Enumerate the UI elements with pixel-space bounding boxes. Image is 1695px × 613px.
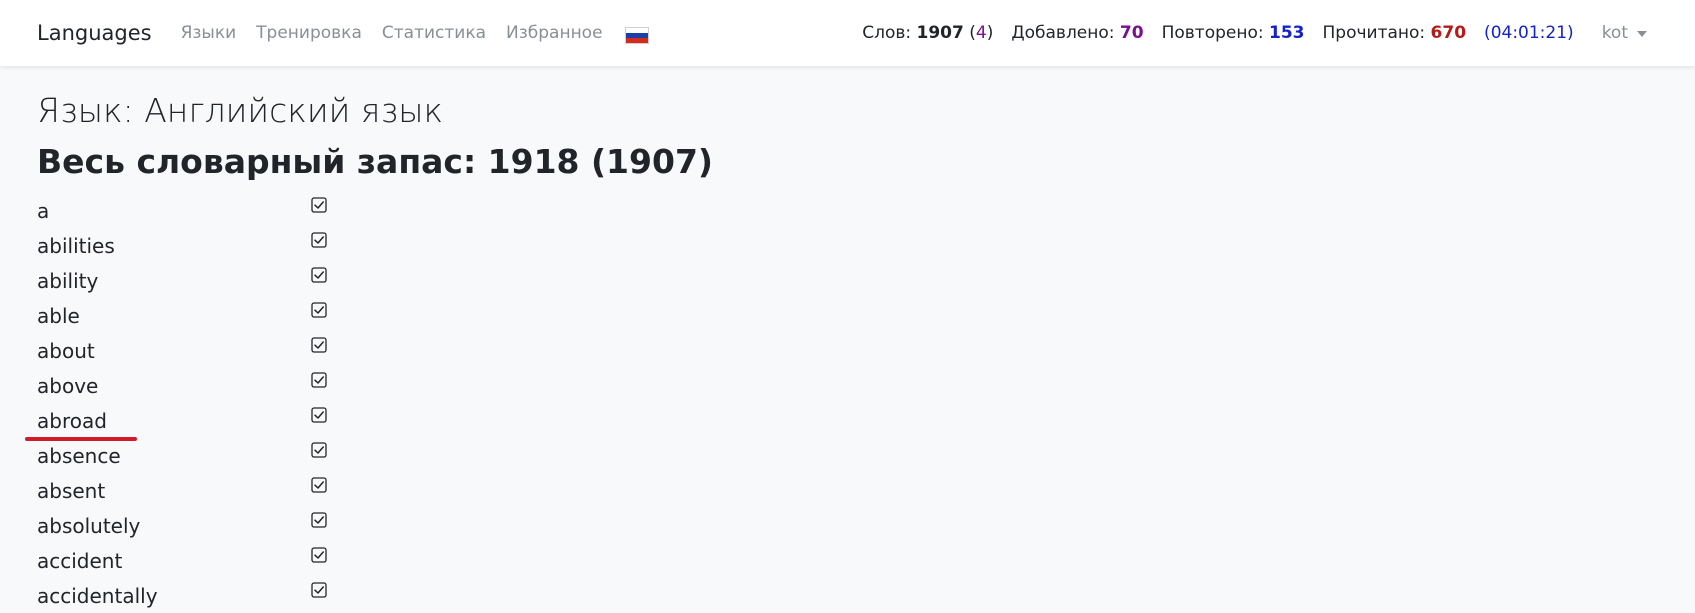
word-text: absolutely: [37, 514, 141, 538]
checkbox-checked-icon[interactable]: [311, 582, 327, 598]
word-text: abroad: [37, 409, 107, 433]
language-title: Язык: Английский язык: [37, 91, 444, 130]
nav-link-training[interactable]: Тренировка: [256, 23, 362, 43]
checkbox-checked-icon[interactable]: [311, 407, 327, 423]
checkbox-checked-icon[interactable]: [311, 547, 327, 563]
word-list: a abilities ability able about above abroad abs…: [37, 193, 713, 613]
checkbox-checked-icon[interactable]: [311, 372, 327, 388]
stat-added-label: Добавлено:: [1011, 23, 1115, 43]
list-item: about: [37, 333, 357, 368]
stat-words-extra: 4: [975, 23, 987, 43]
stat-repeated-label: Повторено:: [1161, 23, 1264, 43]
list-item: absolutely: [37, 508, 357, 543]
list-item: able: [37, 298, 357, 333]
list-item: accident: [37, 543, 357, 578]
nav-link-favorites[interactable]: Избранное: [506, 23, 603, 43]
stat-read-label: Прочитано:: [1322, 23, 1426, 43]
vocabulary-title: Весь словарный запас: 1918 (1907): [37, 142, 713, 181]
list-item: ability: [37, 263, 357, 298]
list-item: above: [37, 368, 357, 403]
stat-repeated: Повторено: 153: [1162, 23, 1305, 43]
checkbox-checked-icon[interactable]: [311, 302, 327, 318]
stat-added-value: 70: [1119, 23, 1144, 43]
list-item: a: [37, 193, 357, 228]
list-item: abroad: [37, 403, 357, 438]
word-text: absent: [37, 479, 106, 503]
word-text: above: [37, 374, 99, 398]
stat-added: Добавлено: 70: [1011, 23, 1143, 43]
word-text: accident: [37, 549, 123, 573]
word-text: absence: [37, 444, 121, 468]
stat-repeated-value: 153: [1269, 23, 1305, 43]
checkbox-checked-icon[interactable]: [311, 442, 327, 458]
stat-words-label: Слов:: [862, 23, 912, 43]
stat-read: Прочитано: 670: [1323, 23, 1467, 43]
caret-down-icon: [1637, 31, 1647, 37]
session-timer: (04:01:21): [1484, 23, 1574, 43]
list-item: absent: [37, 473, 357, 508]
checkbox-checked-icon[interactable]: [311, 197, 327, 213]
word-text: about: [37, 339, 95, 363]
checkbox-checked-icon[interactable]: [311, 232, 327, 248]
checkbox-checked-icon[interactable]: [311, 477, 327, 493]
nav-link-languages[interactable]: Языки: [181, 23, 237, 43]
highlight-underline: [25, 437, 137, 441]
user-menu-toggle[interactable]: kot: [1602, 23, 1647, 43]
word-text: able: [37, 304, 80, 328]
main-content: Язык: Английский язык Весь словарный зап…: [37, 88, 713, 613]
list-item: accidentally: [37, 578, 357, 613]
stat-read-value: 670: [1430, 23, 1467, 43]
word-text: abilities: [37, 234, 115, 258]
word-text: ability: [37, 269, 99, 293]
session-timer-value: 04:01:21: [1490, 23, 1568, 43]
checkbox-checked-icon[interactable]: [311, 337, 327, 353]
user-name: kot: [1601, 23, 1628, 43]
stats-bar: Слов: 1907 (4) Добавлено: 70 Повторено: …: [862, 23, 1591, 43]
stat-words-total: 1907: [916, 23, 964, 43]
stat-words-paren-close: ): [986, 23, 994, 43]
word-text: accidentally: [37, 584, 158, 608]
list-item: absence: [37, 438, 357, 473]
nav-link-statistics[interactable]: Статистика: [382, 23, 486, 43]
stat-words-paren-open: (: [969, 23, 976, 43]
list-item: abilities: [37, 228, 357, 263]
checkbox-checked-icon[interactable]: [311, 512, 327, 528]
stat-words: Слов: 1907 (4): [862, 23, 993, 43]
russian-flag-icon[interactable]: [624, 26, 649, 44]
brand-link[interactable]: Languages: [37, 21, 152, 45]
checkbox-checked-icon[interactable]: [311, 267, 327, 283]
top-navbar: Languages Языки Тренировка Статистика Из…: [0, 0, 1695, 66]
word-text: a: [37, 199, 50, 223]
